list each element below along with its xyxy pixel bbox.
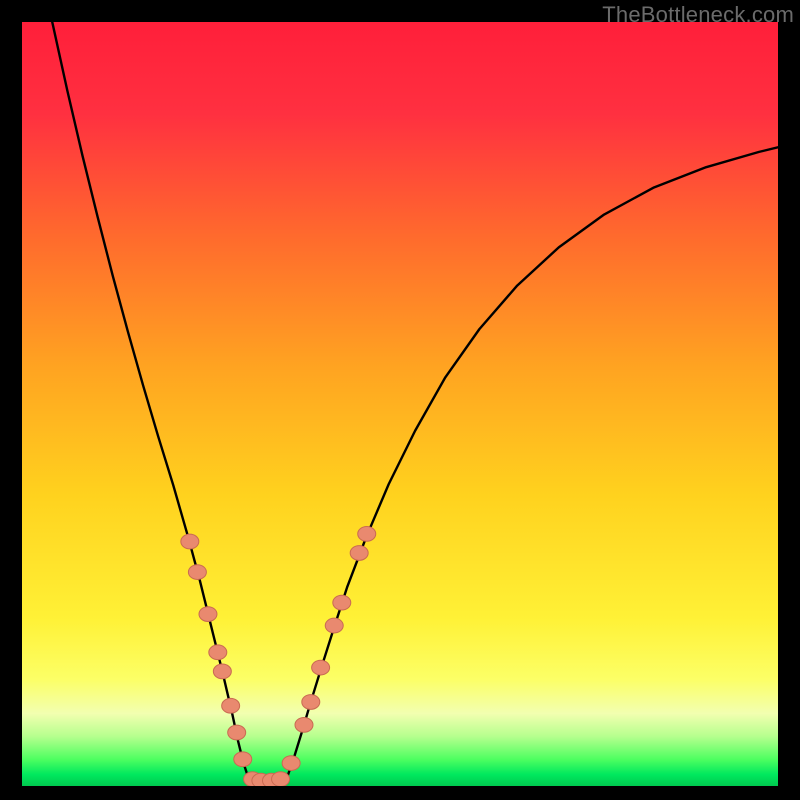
- marker-point: [228, 725, 246, 740]
- bottleneck-chart: [22, 22, 778, 786]
- marker-point: [181, 534, 199, 549]
- marker-point: [312, 660, 330, 675]
- marker-point: [295, 718, 313, 733]
- marker-point: [358, 527, 376, 542]
- marker-point: [282, 756, 300, 771]
- marker-point: [234, 752, 252, 767]
- marker-point: [222, 698, 240, 713]
- gradient-background: [22, 22, 778, 786]
- chart-frame: [22, 22, 778, 786]
- marker-point: [302, 695, 320, 710]
- marker-point: [272, 772, 290, 786]
- marker-point: [333, 595, 351, 610]
- marker-point: [188, 565, 206, 580]
- marker-point: [199, 607, 217, 622]
- marker-point: [350, 546, 368, 561]
- marker-point: [213, 664, 231, 679]
- marker-point: [209, 645, 227, 660]
- marker-point: [325, 618, 343, 633]
